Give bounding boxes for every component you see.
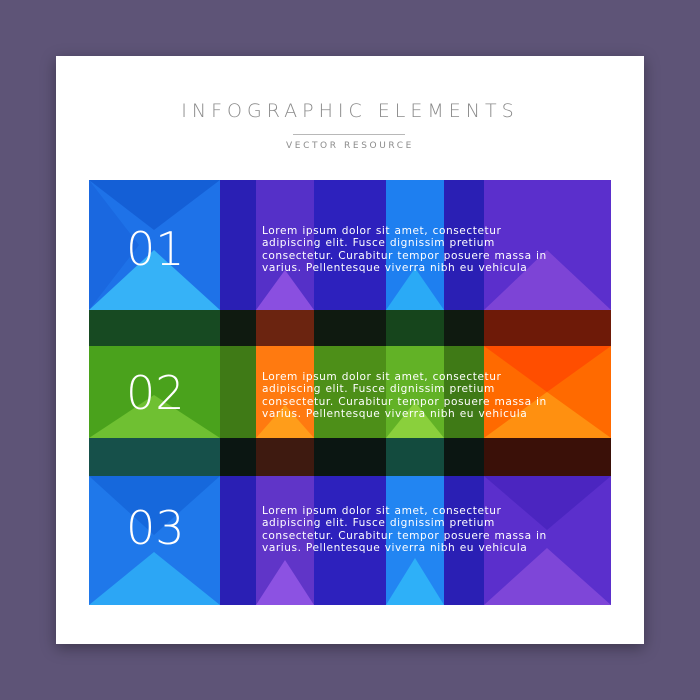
row-2-3-band bbox=[89, 438, 611, 476]
row-2-number: 02 bbox=[126, 366, 185, 420]
row-1-2-band bbox=[89, 310, 611, 346]
title-divider bbox=[293, 134, 405, 135]
page-title: INFOGRAPHIC ELEMENTS bbox=[181, 100, 519, 122]
row-2-description: Lorem ipsum dolor sit amet, consectetur … bbox=[262, 371, 547, 420]
row-1-number: 01 bbox=[126, 222, 185, 276]
page-subtitle: VECTOR RESOURCE bbox=[286, 141, 414, 151]
row-3-number: 03 bbox=[126, 501, 185, 555]
row-1-description: Lorem ipsum dolor sit amet, consectetur … bbox=[262, 225, 547, 274]
row-3-description: Lorem ipsum dolor sit amet, consectetur … bbox=[262, 505, 547, 554]
